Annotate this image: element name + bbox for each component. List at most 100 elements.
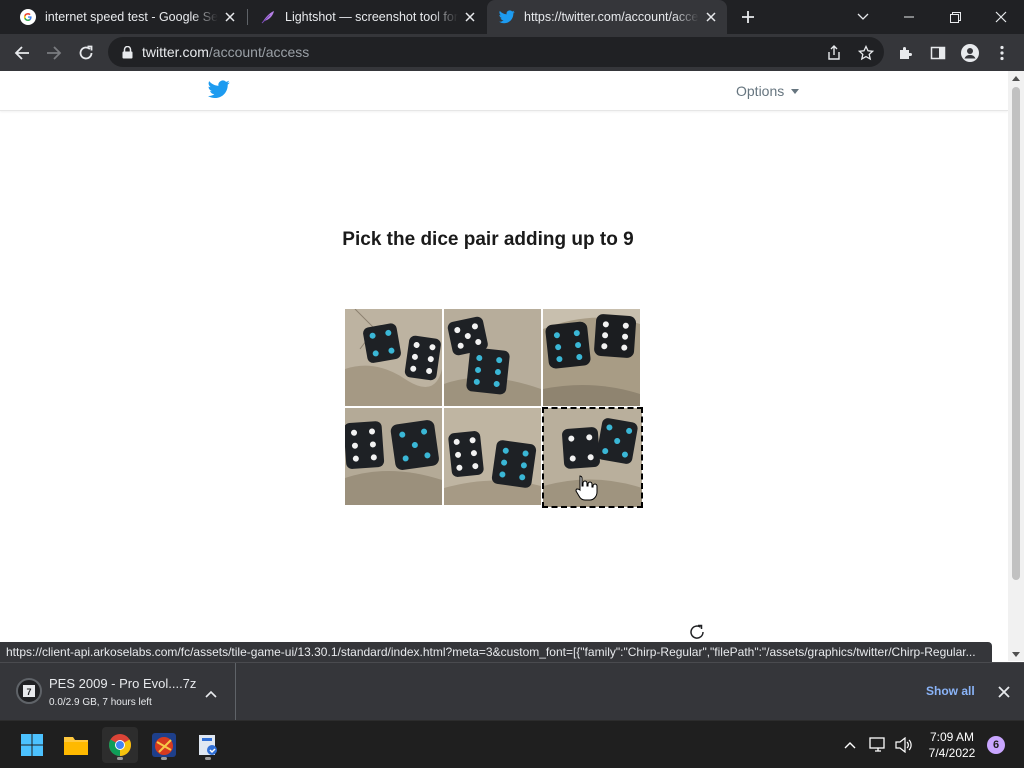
chevron-up-icon[interactable] [205, 685, 217, 703]
bookmark-button[interactable] [852, 39, 880, 67]
start-button[interactable] [14, 727, 50, 763]
clock-time: 7:09 AM [929, 730, 975, 744]
close-icon[interactable] [222, 9, 238, 25]
tab-title: internet speed test - Google Search [45, 10, 218, 24]
forward-button[interactable] [40, 39, 68, 67]
reload-icon [79, 45, 93, 60]
caret-down-icon [791, 88, 800, 94]
download-status: 0.0/2.9 GB, 7 hours left [49, 697, 152, 708]
profile-icon [961, 44, 979, 62]
dice-tile-6[interactable] [542, 407, 643, 508]
browser-tab-strip: internet speed test - Google Search Ligh… [0, 0, 1024, 34]
speaker-icon [895, 737, 912, 753]
lock-icon[interactable] [120, 45, 134, 59]
download-filename: PES 2009 - Pro Evol....7z [49, 676, 197, 691]
dice-tile-2[interactable] [444, 309, 541, 406]
scroll-up-arrow-icon[interactable] [1012, 76, 1020, 81]
refresh-challenge-icon[interactable] [688, 623, 706, 641]
running-indicator [161, 757, 167, 760]
star-icon [858, 45, 874, 61]
installer-icon [199, 735, 217, 755]
minimize-icon [904, 16, 914, 18]
minimize-button[interactable] [886, 0, 932, 34]
twitter-bird-icon [499, 9, 515, 25]
restore-button[interactable] [932, 0, 978, 34]
close-shelf-icon[interactable] [998, 685, 1010, 703]
folder-icon [64, 737, 88, 755]
side-panel-icon [930, 46, 946, 60]
restore-icon [949, 11, 961, 23]
dice-tile-5[interactable] [444, 408, 541, 505]
chrome-taskbar-button[interactable] [102, 727, 138, 763]
dice-tile-grid [345, 309, 643, 508]
share-button[interactable] [820, 39, 848, 67]
page-scrollbar[interactable] [1008, 71, 1024, 661]
page-viewport: Options Pick the dice pair adding up to … [0, 71, 1008, 642]
arrow-left-icon [14, 46, 29, 60]
twitter-header: Options [0, 71, 1008, 111]
reload-button[interactable] [72, 39, 100, 67]
plus-icon [742, 11, 754, 23]
volume-tray-icon[interactable] [890, 727, 918, 763]
address-url: twitter.com/account/access [142, 44, 309, 60]
puzzle-icon [900, 47, 912, 59]
windows-taskbar: 7:09 AM 7/4/2022 6 [0, 720, 1024, 768]
tab-google-search[interactable]: internet speed test - Google Search [8, 0, 246, 34]
dice-tile-4[interactable] [345, 408, 442, 505]
chevron-up-icon [844, 742, 856, 749]
profile-button[interactable] [956, 39, 984, 67]
svg-text:7: 7 [26, 687, 31, 697]
scroll-down-arrow-icon[interactable] [1012, 652, 1020, 657]
options-dropdown[interactable]: Options [736, 83, 800, 99]
kebab-menu-icon [1000, 45, 1004, 61]
file-explorer-button[interactable] [58, 727, 94, 763]
archive-file-icon: 7 [16, 678, 42, 704]
dice-tile-1[interactable] [345, 309, 442, 406]
dice-tile-3[interactable] [543, 309, 640, 406]
menu-button[interactable] [988, 39, 1016, 67]
close-icon[interactable] [703, 9, 719, 25]
chevron-down-icon [857, 13, 869, 20]
system-clock[interactable]: 7:09 AM 7/4/2022 [920, 729, 984, 761]
scrollbar-thumb[interactable] [1012, 87, 1020, 580]
show-all-downloads-link[interactable]: Show all [926, 684, 975, 698]
google-icon [20, 9, 36, 25]
download-shelf: 7 PES 2009 - Pro Evol....7z 0.0/2.9 GB, … [0, 662, 1024, 720]
tab-search-button[interactable] [840, 0, 886, 34]
running-indicator [205, 757, 211, 760]
installer-app-button[interactable] [190, 727, 226, 763]
url-host: twitter.com [142, 44, 209, 60]
clock-date: 7/4/2022 [928, 746, 976, 760]
browser-toolbar: twitter.com/account/access [0, 34, 1024, 71]
windows-logo-icon [21, 734, 43, 756]
url-path: /account/access [208, 44, 310, 60]
tray-overflow-button[interactable] [836, 727, 864, 763]
download-item[interactable]: 7 PES 2009 - Pro Evol....7z 0.0/2.9 GB, … [0, 663, 236, 720]
share-icon [828, 45, 840, 60]
network-monitor-icon [869, 737, 885, 752]
running-indicator [117, 757, 123, 760]
extensions-button[interactable] [892, 39, 920, 67]
close-icon [995, 11, 1007, 23]
tab-twitter-access[interactable]: https://twitter.com/account/access [487, 0, 727, 34]
close-icon[interactable] [462, 9, 478, 25]
game-app-icon [152, 733, 176, 757]
new-tab-button[interactable] [738, 7, 758, 27]
back-button[interactable] [8, 39, 36, 67]
challenge-title: Pick the dice pair adding up to 9 [342, 229, 634, 250]
tab-title: https://twitter.com/account/access [524, 10, 699, 24]
game-app-button[interactable] [146, 727, 182, 763]
side-panel-button[interactable] [924, 39, 952, 67]
tab-lightshot[interactable]: Lightshot — screenshot tool for Mac & Wi… [248, 0, 486, 34]
lightshot-feather-icon [260, 9, 276, 25]
notification-badge[interactable]: 6 [987, 736, 1005, 754]
options-label: Options [736, 83, 785, 99]
chrome-icon [109, 734, 131, 756]
window-close-button[interactable] [978, 0, 1024, 34]
tab-title: Lightshot — screenshot tool for Mac & Wi… [285, 10, 458, 24]
arrow-right-icon [47, 46, 62, 60]
address-bar[interactable]: twitter.com/account/access [108, 37, 884, 67]
twitter-logo-icon[interactable] [208, 80, 230, 104]
link-status-bubble: https://client-api.arkoselabs.com/fc/ass… [0, 642, 992, 662]
network-tray-icon[interactable] [864, 727, 892, 763]
